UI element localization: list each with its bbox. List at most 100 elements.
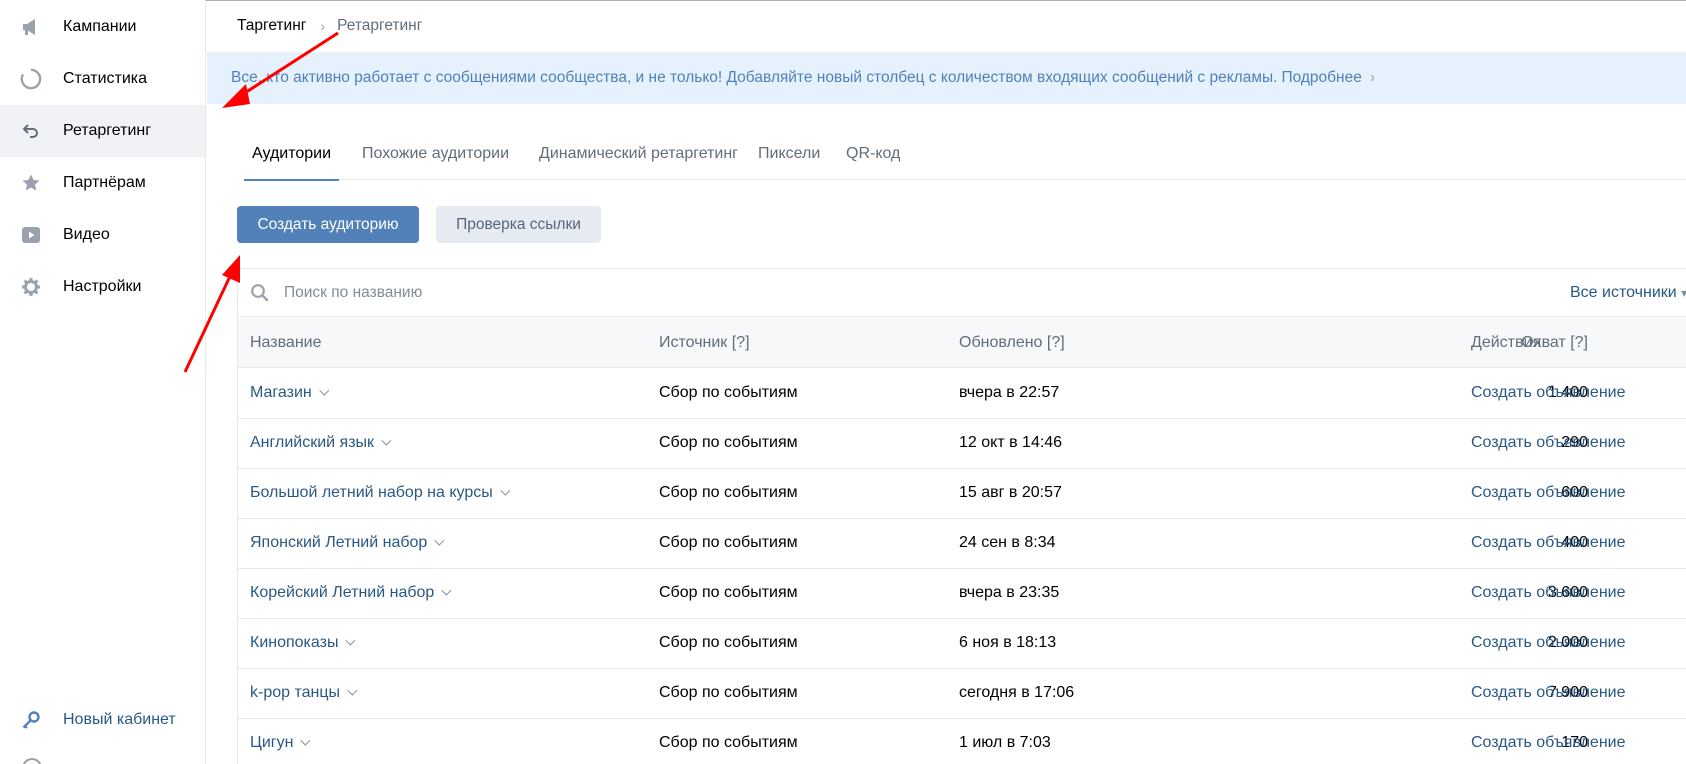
create-ad-link[interactable]: Создать объявление [1471, 684, 1625, 702]
create-ad-link[interactable]: Создать объявление [1471, 634, 1625, 652]
tab-qr-code[interactable]: QR-код [838, 128, 908, 180]
audience-name-link[interactable]: Большой летний набор на курсы [250, 484, 511, 502]
table-row: k-pop танцы Сбор по событиям сегодня в 17:… [238, 669, 1686, 719]
sidebar-item-label: Настройки [63, 278, 142, 295]
audience-updated: 15 авг в 20:57 [959, 484, 1062, 501]
sidebar-item-settings[interactable]: Настройки [0, 261, 205, 313]
audience-name-link[interactable]: Японский Летний набор [250, 534, 445, 552]
chevron-down-icon [347, 685, 358, 696]
table-header: Название Источник [?] Обновлено [?] Охва… [238, 318, 1686, 368]
check-link-button[interactable]: Проверка ссылки [436, 206, 601, 243]
audience-source: Сбор по событиям [659, 734, 798, 751]
create-ad-link[interactable]: Создать объявление [1471, 734, 1625, 752]
retarget-arrow-icon [20, 120, 42, 142]
audience-source: Сбор по событиям [659, 534, 798, 551]
audience-source: Сбор по событиям [659, 634, 798, 651]
info-banner[interactable]: Все, кто активно работает с сообщениями … [207, 52, 1686, 104]
audience-updated: вчера в 22:57 [959, 384, 1060, 401]
audience-name: Японский Летний набор [250, 534, 428, 551]
megaphone-icon [20, 16, 42, 38]
create-ad-link[interactable]: Создать объявление [1471, 384, 1625, 402]
audience-name: Большой летний набор на курсы [250, 484, 493, 501]
gear-icon [20, 276, 42, 298]
sidebar-item-retargeting[interactable]: Ретаргетинг [0, 105, 205, 157]
audience-updated: 12 окт в 14:46 [959, 434, 1063, 451]
chevron-down-icon [300, 735, 311, 746]
sources-filter-label: Все источники [1570, 284, 1677, 301]
sidebar-item-label: Ретаргетинг [63, 122, 152, 139]
audience-name-link[interactable]: Корейский Летний набор [250, 584, 452, 602]
audience-updated: 24 сен в 8:34 [959, 534, 1056, 551]
create-ad-link[interactable]: Создать объявление [1471, 484, 1625, 502]
table-row: Японский Летний набор Сбор по событиям 24 … [238, 519, 1686, 569]
search-icon [250, 283, 270, 303]
breadcrumb-current: Ретаргетинг [337, 17, 423, 34]
chevron-down-icon: ▾ [1681, 286, 1686, 300]
create-ad-link[interactable]: Создать объявление [1471, 534, 1625, 552]
banner-more-link[interactable]: Подробнее [1281, 69, 1361, 87]
sidebar-item-label: Статистика [63, 70, 148, 87]
audience-name: Английский язык [250, 434, 375, 451]
video-icon [20, 224, 42, 246]
header-updated[interactable]: Обновлено [?] [959, 334, 1065, 352]
breadcrumb-separator-icon: › [320, 18, 326, 34]
audience-updated: вчера в 23:35 [959, 584, 1060, 601]
table-row: Магазин Сбор по событиям вчера в 22:57 1 40… [238, 369, 1686, 419]
chevron-down-icon [441, 585, 452, 596]
audience-name-link[interactable]: Английский язык [250, 434, 392, 452]
chevron-right-icon: › [1369, 69, 1375, 86]
breadcrumb: Таргетинг › Ретаргетинг [237, 16, 422, 36]
audience-source: Сбор по событиям [659, 434, 798, 451]
sources-filter-dropdown[interactable]: Все источники ▾ [1570, 284, 1686, 302]
create-ad-link[interactable]: Создать объявление [1471, 434, 1625, 452]
audience-name-link[interactable]: Кинопоказы [250, 634, 356, 652]
sidebar-item-label: Видео [63, 226, 110, 243]
search-bar: Все источники ▾ [238, 269, 1686, 317]
create-audience-button[interactable]: Создать аудиторию [237, 206, 419, 243]
tab-lookalike-audiences[interactable]: Похожие аудитории [354, 128, 517, 180]
audience-name: Цигун [250, 734, 294, 751]
tab-pixels[interactable]: Пиксели [750, 128, 828, 180]
header-name[interactable]: Название [250, 334, 322, 352]
audience-updated: 1 июл в 7:03 [959, 734, 1051, 751]
header-actions: Действия [1471, 334, 1542, 351]
sidebar-item-statistics[interactable]: Статистика [0, 53, 205, 105]
audience-name: k-pop танцы [250, 684, 341, 701]
chevron-down-icon [500, 485, 511, 496]
tab-bar: Аудитории Похожие аудитории Динамический… [244, 128, 1686, 181]
sidebar-item-video[interactable]: Видео [0, 209, 205, 261]
audience-source: Сбор по событиям [659, 484, 798, 501]
audience-name: Корейский Летний набор [250, 584, 435, 601]
sidebar: Кампании Статистика Ретаргетинг Партнёра… [0, 0, 206, 764]
audience-name-link[interactable]: Магазин [250, 384, 329, 402]
banner-text: Все, кто активно работает с сообщениями … [231, 69, 1278, 86]
star-icon [20, 172, 42, 194]
create-ad-link[interactable]: Создать объявление [1471, 584, 1625, 602]
sidebar-item-new-cabinet[interactable]: Новый кабинет [0, 694, 205, 746]
chevron-down-icon [434, 535, 445, 546]
partial-icon [22, 758, 42, 764]
audience-name: Кинопоказы [250, 634, 339, 651]
sidebar-item-label: Партнёрам [63, 174, 146, 191]
search-input[interactable] [284, 279, 884, 307]
audience-source: Сбор по событиям [659, 384, 798, 401]
chevron-down-icon [345, 635, 356, 646]
audiences-table: Все источники ▾ Название Источник [?] Об… [237, 268, 1686, 764]
audience-updated: сегодня в 17:06 [959, 684, 1075, 701]
table-row: Цигун Сбор по событиям 1 июл в 7:03 170 Созд… [238, 719, 1686, 764]
new-cabinet-label: Новый кабинет [63, 711, 176, 728]
audience-source: Сбор по событиям [659, 684, 798, 701]
sidebar-item-partners[interactable]: Партнёрам [0, 157, 205, 209]
audience-name-link[interactable]: Цигун [250, 734, 311, 752]
audience-name: Магазин [250, 384, 312, 401]
sidebar-item-label: Кампании [63, 18, 137, 35]
table-row: Корейский Летний набор Сбор по событиям вч… [238, 569, 1686, 619]
tab-dynamic-retargeting[interactable]: Динамический ретаргетинг [531, 128, 746, 180]
breadcrumb-targeting-link[interactable]: Таргетинг [237, 17, 306, 35]
chevron-down-icon [381, 435, 392, 446]
audience-name-link[interactable]: k-pop танцы [250, 684, 358, 702]
audience-updated: 6 ноя в 18:13 [959, 634, 1057, 651]
header-source[interactable]: Источник [?] [659, 334, 750, 352]
sidebar-item-campaigns[interactable]: Кампании [0, 1, 205, 53]
tab-audiences[interactable]: Аудитории [244, 128, 340, 181]
